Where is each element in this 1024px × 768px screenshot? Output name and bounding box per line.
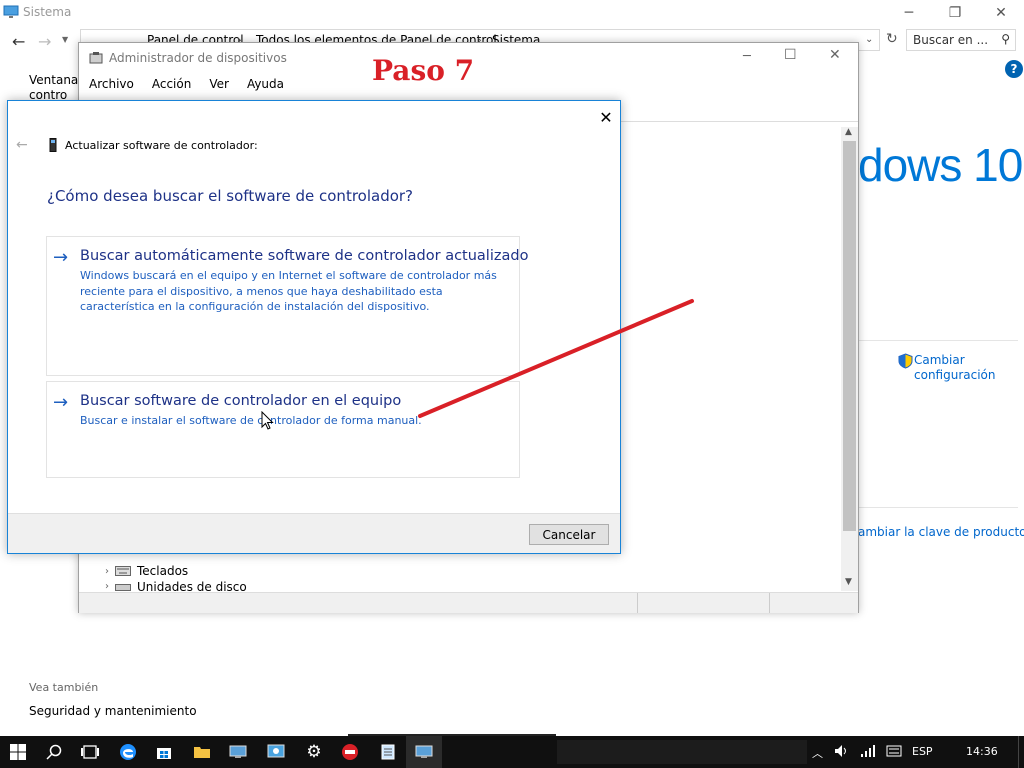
- dialog-header: Actualizar software de controlador:: [65, 139, 258, 152]
- step-annotation: Paso 7: [372, 54, 475, 87]
- task-view-icon[interactable]: [72, 736, 108, 768]
- tree-item-unidades-de-disco[interactable]: › Unidades de disco: [105, 581, 247, 592]
- dialog-question: ¿Cómo desea buscar el software de contro…: [47, 187, 414, 205]
- volume-icon[interactable]: [834, 744, 850, 758]
- forward-arrow-icon[interactable]: →: [38, 32, 51, 51]
- change-settings-line-2: configuración: [914, 368, 996, 382]
- status-divider: [769, 593, 770, 613]
- change-settings-link[interactable]: Cambiar configuración: [914, 353, 996, 383]
- device-icon: [48, 138, 58, 152]
- control-panel-icon[interactable]: [258, 736, 294, 768]
- device-manager-task-icon[interactable]: [406, 736, 442, 768]
- annotation-pointer-line: [416, 296, 696, 421]
- windows-10-logo: dows 10: [858, 130, 1024, 200]
- scroll-up-icon[interactable]: ▲: [845, 127, 852, 137]
- scrollbar-thumb[interactable]: [843, 141, 856, 531]
- system-app-icon[interactable]: [220, 736, 256, 768]
- search-placeholder: Buscar en ...: [913, 33, 989, 47]
- system-window-title: Sistema: [23, 5, 72, 19]
- network-icon[interactable]: [860, 744, 876, 758]
- keyboard-icon: [115, 566, 131, 576]
- scroll-down-icon[interactable]: ▼: [845, 577, 852, 587]
- shield-icon: [898, 353, 913, 369]
- tree-item-label: Unidades de disco: [137, 581, 247, 592]
- mouse-cursor-icon: [261, 411, 275, 431]
- expand-chevron-icon[interactable]: ›: [105, 581, 109, 592]
- menu-ver[interactable]: Ver: [209, 77, 229, 91]
- change-product-key-link[interactable]: ambiar la clave de producto: [858, 525, 1024, 539]
- device-tree-scrollbar[interactable]: ▲ ▼: [841, 127, 858, 591]
- notepad-icon[interactable]: [370, 736, 406, 768]
- refresh-icon[interactable]: ↻: [886, 31, 898, 47]
- windows-logo-text: dows 10: [858, 139, 1023, 191]
- status-divider: [637, 593, 638, 613]
- system-window-icon: [3, 5, 19, 19]
- close-button[interactable]: ✕: [978, 0, 1024, 26]
- device-manager-title: Administrador de dispositivos: [109, 51, 287, 65]
- devmgr-close-button[interactable]: ✕: [829, 47, 841, 63]
- dialog-footer: Cancelar: [8, 513, 620, 553]
- dialog-close-button[interactable]: ✕: [594, 105, 618, 129]
- show-desktop-button[interactable]: [1018, 736, 1024, 768]
- tree-item-teclados[interactable]: › Teclados: [105, 564, 188, 578]
- menu-archivo[interactable]: Archivo: [89, 77, 134, 91]
- help-icon[interactable]: ?: [1005, 60, 1023, 78]
- minimize-button[interactable]: ─: [886, 0, 932, 26]
- device-manager-menubar: Archivo Acción Ver Ayuda: [89, 77, 284, 91]
- device-manager-icon: [89, 51, 103, 65]
- search-icon: ⚲: [1001, 32, 1010, 46]
- tree-item-label: Teclados: [137, 564, 189, 578]
- option-title: Buscar software de controlador en el equ…: [80, 393, 402, 409]
- system-titlebar: Sistema ─ ❐ ✕: [0, 0, 1024, 26]
- expand-chevron-icon[interactable]: ›: [105, 566, 109, 577]
- arrow-right-icon: →: [53, 392, 69, 413]
- back-arrow-icon[interactable]: ←: [12, 32, 25, 51]
- search-input[interactable]: Buscar en ... ⚲: [906, 29, 1016, 51]
- recent-chevron-icon[interactable]: ▼: [62, 35, 68, 44]
- show-hidden-icons-chevron-icon[interactable]: ︿: [812, 745, 823, 761]
- back-arrow-icon[interactable]: ←: [16, 137, 28, 153]
- see-also-heading: Vea también: [29, 681, 99, 694]
- device-manager-statusbar: [79, 592, 858, 613]
- start-button[interactable]: [0, 736, 36, 768]
- settings-gear-icon[interactable]: ⚙: [296, 736, 332, 768]
- menu-accion[interactable]: Acción: [152, 77, 191, 91]
- arrow-right-icon: →: [53, 247, 69, 268]
- section-divider: [858, 340, 1018, 341]
- disk-drive-icon: [115, 582, 131, 592]
- taskbar-running-apps-area: [557, 740, 807, 764]
- red-app-icon[interactable]: [332, 736, 368, 768]
- taskbar-search-icon[interactable]: [36, 736, 72, 768]
- clock[interactable]: 14:36: [966, 745, 998, 758]
- devmgr-minimize-button[interactable]: ─: [743, 49, 751, 64]
- security-maintenance-link[interactable]: Seguridad y mantenimiento: [29, 704, 197, 718]
- input-language[interactable]: ESP: [912, 745, 933, 758]
- keyboard-layout-icon[interactable]: [886, 744, 902, 758]
- address-dropdown-chevron-icon[interactable]: ⌄: [865, 34, 873, 45]
- edge-browser-icon[interactable]: [110, 736, 146, 768]
- change-settings-line-1: Cambiar: [914, 353, 965, 367]
- cancel-button[interactable]: Cancelar: [529, 524, 609, 545]
- file-explorer-icon[interactable]: [184, 736, 220, 768]
- menu-ayuda[interactable]: Ayuda: [247, 77, 284, 91]
- option-title: Buscar automáticamente software de contr…: [80, 248, 529, 264]
- restore-button[interactable]: ❐: [932, 0, 978, 26]
- taskbar: ⚙ ︿ ESP 14:36: [0, 736, 1024, 768]
- store-icon[interactable]: [146, 736, 182, 768]
- devmgr-maximize-button[interactable]: ☐: [784, 47, 797, 63]
- section-divider: [858, 507, 1018, 508]
